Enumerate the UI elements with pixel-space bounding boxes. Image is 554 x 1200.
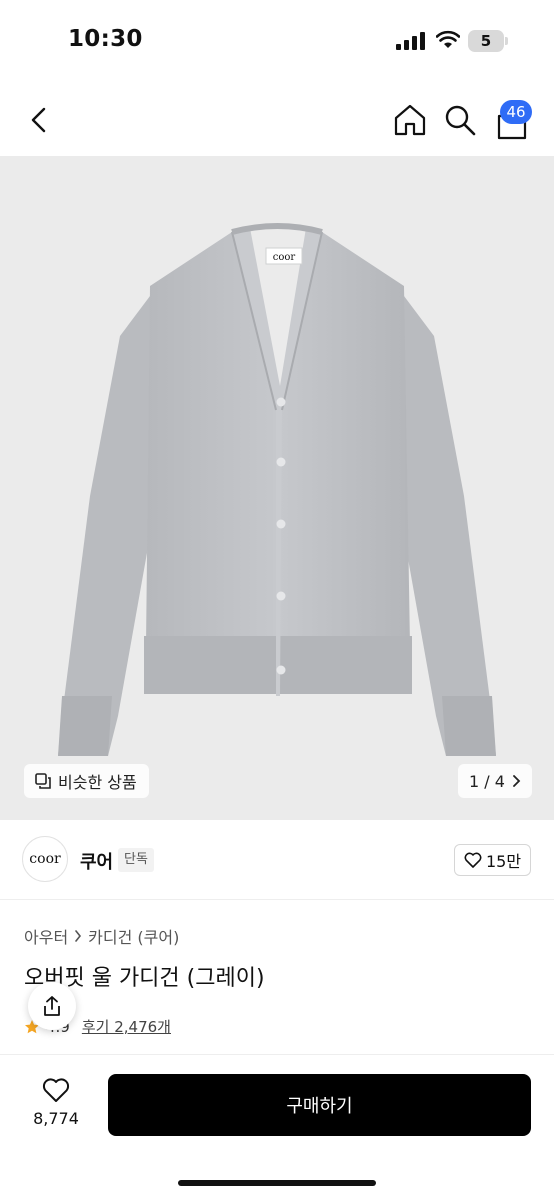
battery-tip xyxy=(505,37,508,45)
cellular-signal-icon xyxy=(396,32,425,50)
image-pager[interactable]: 1 / 4 xyxy=(458,764,532,798)
status-time: 10:30 xyxy=(68,26,143,52)
image-pager-label: 1 / 4 xyxy=(469,771,505,791)
status-bar: 10:30 5 xyxy=(0,0,554,84)
buy-button[interactable]: 구매하기 xyxy=(108,1074,531,1136)
brand-like-button[interactable]: 15만 xyxy=(454,844,531,876)
back-icon[interactable] xyxy=(22,102,58,138)
search-icon[interactable] xyxy=(442,102,478,138)
chevron-right-icon xyxy=(75,930,82,942)
copy-icon xyxy=(35,773,51,789)
product-image-gallery[interactable]: coor 비슷한 상품 1 / 4 xyxy=(0,156,554,820)
share-button[interactable] xyxy=(28,982,76,1030)
battery-level: 5 xyxy=(480,32,492,50)
cart-count-badge[interactable]: 46 xyxy=(500,100,532,124)
top-nav xyxy=(0,84,554,156)
brand-row: coor 쿠어 단독 15만 xyxy=(0,820,554,900)
garment-logo-tag: coor xyxy=(273,252,296,263)
heart-icon xyxy=(42,1078,70,1102)
heart-icon xyxy=(464,852,482,868)
review-count-link[interactable]: 후기 2,476개 xyxy=(82,1016,171,1037)
similar-products-label: 비슷한 상품 xyxy=(58,773,137,792)
brand-logo[interactable]: coor xyxy=(22,836,68,882)
wishlist-button[interactable]: 8,774 xyxy=(22,1073,90,1137)
similar-products-button[interactable]: 비슷한 상품 xyxy=(24,764,149,798)
home-icon[interactable] xyxy=(392,102,428,138)
breadcrumb-item-cardigan[interactable]: 카디건 (쿠어) xyxy=(88,924,179,948)
share-icon xyxy=(44,996,60,1016)
breadcrumb: 아우터 카디건 (쿠어) xyxy=(24,924,179,948)
breadcrumb-item-outer[interactable]: 아우터 xyxy=(24,924,68,948)
home-indicator xyxy=(178,1180,376,1186)
brand-like-count: 15만 xyxy=(485,852,522,871)
bottom-purchase-bar: 8,774 구매하기 xyxy=(0,1054,554,1200)
battery-indicator: 5 xyxy=(468,30,508,52)
wifi-icon xyxy=(436,30,460,48)
wishlist-count: 8,774 xyxy=(33,1109,79,1128)
brand-name[interactable]: 쿠어 xyxy=(80,848,113,874)
cardigan-image: coor xyxy=(58,223,496,756)
exclusive-badge: 단독 xyxy=(118,848,154,872)
chevron-right-icon xyxy=(513,775,521,787)
